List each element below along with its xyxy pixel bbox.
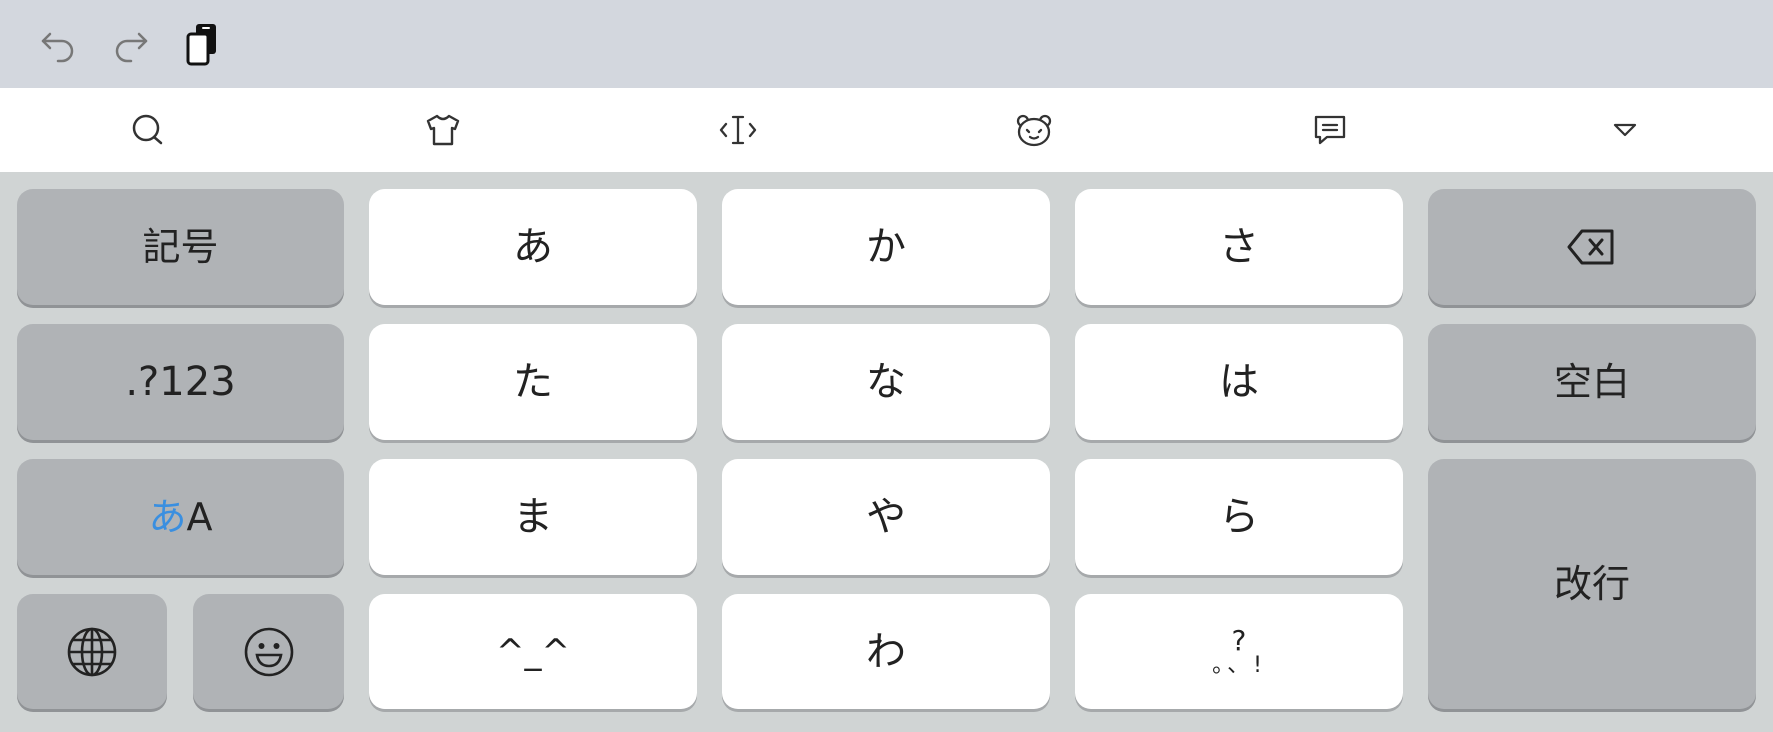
punctuation-label: ? 。、! xyxy=(1212,623,1266,678)
punctuation-bottom: 。、! xyxy=(1212,652,1266,678)
space-key-label: 空白 xyxy=(1553,360,1630,404)
clipboard-icon xyxy=(186,24,216,66)
fixed-phrase-button[interactable] xyxy=(1306,106,1354,154)
cursor-move-button[interactable] xyxy=(714,106,762,154)
smiley-icon xyxy=(244,627,293,676)
search-icon xyxy=(132,114,163,145)
search-button[interactable] xyxy=(124,106,172,154)
collapse-triangle-icon xyxy=(1613,123,1637,137)
key-sa-label: さ xyxy=(1219,224,1259,270)
key-wa-label: わ xyxy=(866,628,906,675)
mode-kana-label: あ xyxy=(148,495,187,539)
undo-button[interactable] xyxy=(34,20,82,68)
kaomoji-key[interactable]: ^_^ xyxy=(369,594,697,709)
redo-icon xyxy=(115,32,148,63)
key-ta[interactable]: た xyxy=(369,324,697,440)
key-sa[interactable]: さ xyxy=(1075,189,1403,305)
key-a[interactable]: あ xyxy=(369,189,697,305)
key-a-label: あ xyxy=(513,224,553,270)
kaomoji-key-label: ^_^ xyxy=(496,631,570,672)
theme-shirt-icon xyxy=(426,114,460,146)
cursor-move-icon xyxy=(719,115,757,145)
key-ma-label: ま xyxy=(513,494,553,540)
mode-alpha-label: A xyxy=(186,495,213,539)
space-key[interactable]: 空白 xyxy=(1428,324,1756,440)
key-ya[interactable]: や xyxy=(722,459,1050,575)
symbols-key-label: 記号 xyxy=(142,225,219,269)
backspace-key[interactable] xyxy=(1428,189,1756,305)
clipboard-button[interactable] xyxy=(180,20,228,68)
redo-button[interactable] xyxy=(107,20,155,68)
key-wa[interactable]: わ xyxy=(722,594,1050,709)
key-ya-label: や xyxy=(866,494,906,540)
suggestion-bar xyxy=(0,0,1773,88)
key-ka[interactable]: か xyxy=(722,189,1050,305)
keyboard: 記号 あ か さ .?123 た な は 空白 あA ま や ら 改行 ^_^ … xyxy=(0,172,1773,732)
enter-key[interactable]: 改行 xyxy=(1428,459,1756,709)
globe-key[interactable] xyxy=(17,594,167,709)
input-mode-key[interactable]: あA xyxy=(17,459,344,575)
punctuation-top: ? xyxy=(1231,623,1247,657)
collapse-keyboard-button[interactable] xyxy=(1601,106,1649,154)
enter-key-label: 改行 xyxy=(1553,562,1630,606)
theme-button[interactable] xyxy=(419,106,467,154)
emoji-key[interactable] xyxy=(193,594,344,709)
numbers-key-label: .?123 xyxy=(125,359,236,405)
numbers-key[interactable]: .?123 xyxy=(17,324,344,440)
backspace-icon xyxy=(1567,229,1614,265)
punctuation-key[interactable]: ? 。、! xyxy=(1075,594,1403,709)
input-mode-label: あA xyxy=(148,498,212,536)
kaomoji-button[interactable] xyxy=(1010,106,1058,154)
globe-icon xyxy=(67,627,117,676)
key-ha-label: は xyxy=(1219,359,1259,405)
key-ma[interactable]: ま xyxy=(369,459,697,575)
keyboard-toolbar xyxy=(0,88,1773,172)
undo-icon xyxy=(41,32,74,63)
key-ka-label: か xyxy=(866,224,906,270)
key-ra[interactable]: ら xyxy=(1075,459,1403,575)
symbols-key[interactable]: 記号 xyxy=(17,189,344,305)
key-na[interactable]: な xyxy=(722,324,1050,440)
fixed-phrase-icon xyxy=(1314,115,1346,145)
kaomoji-bear-icon xyxy=(1016,114,1052,147)
key-na-label: な xyxy=(866,359,906,405)
key-ta-label: た xyxy=(513,359,553,405)
key-ha[interactable]: は xyxy=(1075,324,1403,440)
key-ra-label: ら xyxy=(1219,494,1259,540)
